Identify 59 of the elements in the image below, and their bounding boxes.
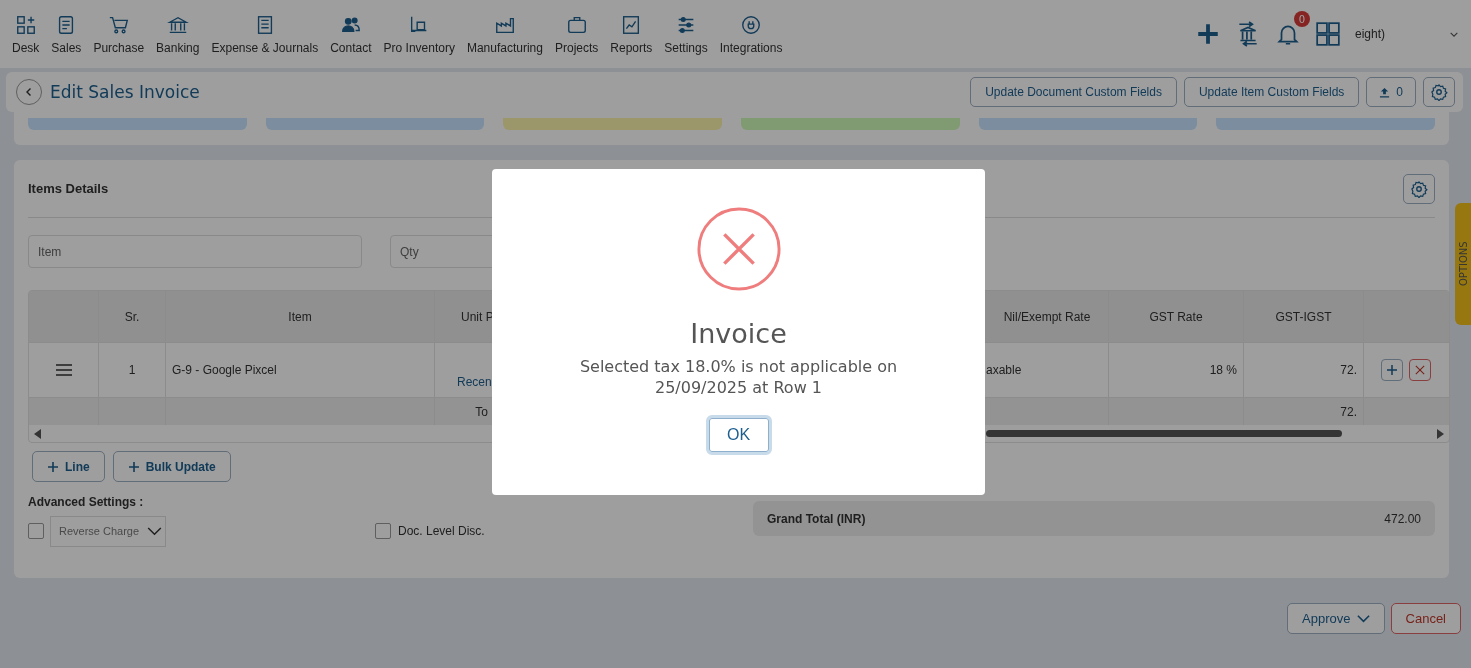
- custom-fields-button[interactable]: Update Item Custom Fields: [1183, 77, 1360, 107]
- grand-total-label: Grand Total (INR): [767, 511, 866, 526]
- nav-item[interactable]: Reports: [604, 13, 659, 55]
- reverse-charge-dropdown[interactable]: Reverse Charge: [50, 515, 166, 547]
- nav-item[interactable]: Projects: [548, 13, 605, 55]
- nav-item[interactable]: Integrations: [713, 13, 789, 55]
- nav-item[interactable]: Contact: [324, 13, 378, 55]
- checkbox-label: Doc. Level Disc.: [398, 524, 485, 538]
- dialog-message: Selected tax 18.0% is not applicable on 25/09/2025 at Row 1: [578, 357, 899, 399]
- nav-item[interactable]: Banking: [150, 13, 206, 55]
- plus-icon: [1386, 364, 1398, 376]
- dashboard-grid-icon[interactable]: [1315, 21, 1341, 47]
- settings-button[interactable]: [1403, 173, 1435, 204]
- upload-button[interactable]: 0: [1366, 77, 1416, 107]
- custom-fields-button[interactable]: Update Document Custom Fields: [970, 77, 1177, 107]
- plug-icon: [740, 13, 763, 36]
- delete-row-button[interactable]: [1409, 359, 1431, 381]
- checkbox[interactable]: [28, 523, 44, 539]
- nav-item[interactable]: Manufacturing: [460, 13, 549, 55]
- scroll-left-arrow-icon[interactable]: [34, 428, 42, 439]
- nav-item[interactable]: Expense & Journals: [205, 13, 325, 55]
- plus-icon[interactable]: [1195, 21, 1221, 47]
- recent-link[interactable]: Recen: [457, 375, 492, 389]
- chevron-down-icon: [147, 526, 162, 536]
- grid-icon: [14, 13, 37, 36]
- drag-handle-icon[interactable]: [54, 363, 73, 377]
- scroll-right-arrow-icon[interactable]: [1436, 428, 1444, 439]
- nav-item[interactable]: Settings: [658, 13, 714, 55]
- back-button[interactable]: [16, 79, 42, 105]
- page-title: Edit Sales Invoice: [50, 82, 201, 102]
- grand-total-value: 472.00: [1384, 511, 1421, 526]
- dialog-title: Invoice: [690, 318, 787, 349]
- nav-item[interactable]: Purchase: [87, 13, 151, 55]
- nav-item[interactable]: Pro Inventory: [377, 13, 461, 55]
- settings-icon: [1430, 83, 1448, 101]
- chevron-down-icon: [1356, 614, 1370, 623]
- chevron-down-icon[interactable]: [1449, 30, 1459, 38]
- approve-button[interactable]: Approve: [1287, 603, 1385, 634]
- advanced-settings-label: Advanced Settings :: [28, 495, 145, 509]
- user-name[interactable]: eight): [1355, 27, 1425, 41]
- plus-icon: [127, 460, 140, 473]
- error-icon: [695, 206, 782, 292]
- checkbox[interactable]: [375, 523, 391, 539]
- upload-icon: [1379, 86, 1391, 98]
- settings-button[interactable]: [1423, 77, 1455, 107]
- cancel-button[interactable]: Cancel: [1390, 603, 1461, 634]
- nav-item[interactable]: Desk: [6, 13, 46, 55]
- table-cell: 72.: [1244, 398, 1364, 425]
- add-button[interactable]: Bulk Update: [112, 451, 231, 482]
- close-icon: [1415, 365, 1425, 375]
- ok-button[interactable]: OK: [705, 414, 772, 455]
- input-field[interactable]: Item: [28, 235, 362, 268]
- add-row-button[interactable]: [1381, 359, 1403, 381]
- nav-item[interactable]: Sales: [45, 13, 88, 55]
- section-title: Items Details: [28, 181, 109, 196]
- add-button[interactable]: Line: [32, 451, 105, 482]
- settings-icon: [1410, 179, 1428, 198]
- notification-badge: 0: [1294, 11, 1310, 27]
- plus-icon: [47, 460, 59, 473]
